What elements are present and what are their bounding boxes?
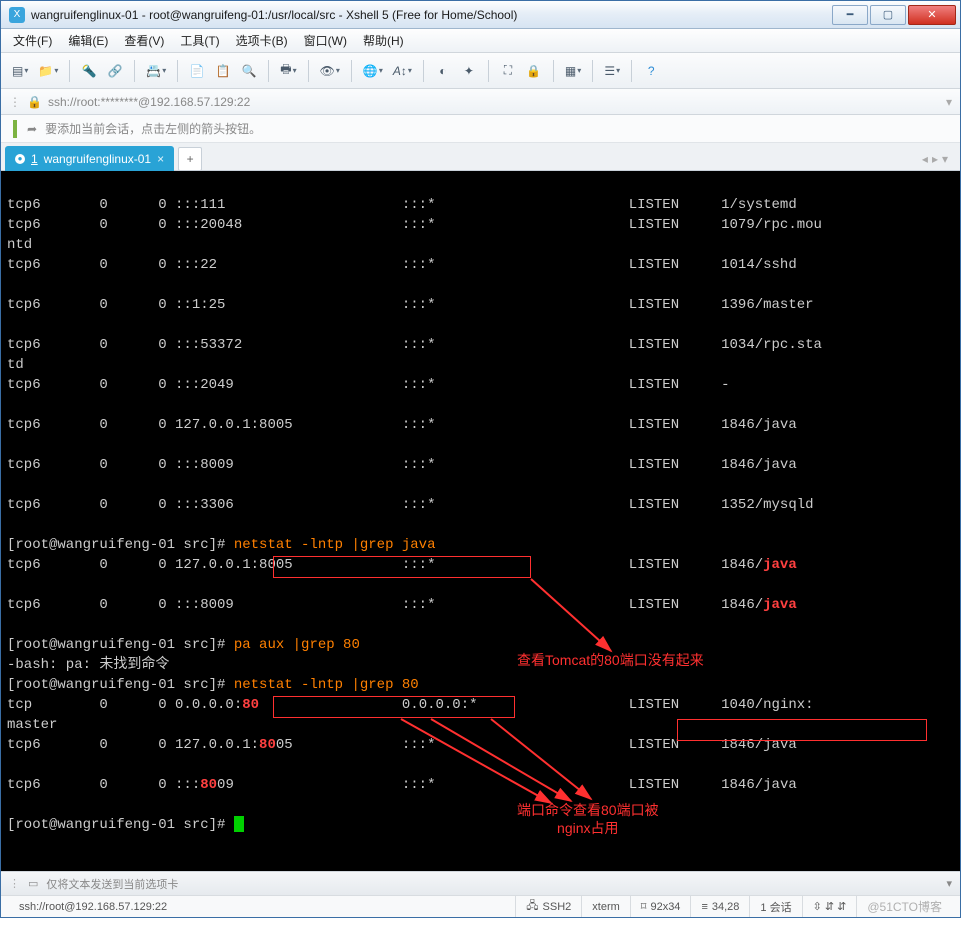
tab-close-icon[interactable]: × [157,152,164,166]
tab-scroll-right-icon[interactable]: ▸ [932,152,938,166]
info-text: 要添加当前会话，点击左侧的箭头按钮。 [45,120,261,137]
color-scheme-icon[interactable]: ◐ [432,59,454,83]
title-bar[interactable]: X wangruifenglinux-01 - root@wangruifeng… [1,1,960,29]
annotation-arrows [1,171,960,871]
print-icon[interactable]: 🖶▾ [277,59,299,83]
tile-icon[interactable]: ▦▾ [562,59,584,83]
window-title: wangruifenglinux-01 - root@wangruifeng-0… [31,8,830,22]
address-bar: ⋮ 🔒 ssh://root:********@192.168.57.129:2… [1,89,960,115]
tab-scroll: ◂ ▸ ▾ [922,152,956,166]
toolbar-separator [631,60,632,82]
help-icon[interactable]: ? [640,59,662,83]
annotation-box [677,719,927,741]
send-bar: ⋮ ▭ 仅将文本发送到当前选项卡 ▾ [1,871,960,895]
window-controls: ━ ▢ ✕ [830,5,956,25]
toolbar-separator [351,60,352,82]
status-protocol: 🖧 SSH2 [515,896,581,917]
annotation-box [273,696,515,718]
menu-view[interactable]: 查看(V) [124,32,164,49]
tab-active[interactable]: ● 1 wangruifenglinux-01 × [5,146,174,172]
minimize-button[interactable]: ━ [832,5,868,25]
info-bar: ➦ 要添加当前会话，点击左侧的箭头按钮。 [1,115,960,143]
menu-help[interactable]: 帮助(H) [363,32,404,49]
send-mode-label: 仅将文本发送到当前选项卡 [46,876,178,892]
toolbar-separator [553,60,554,82]
watermark: @51CTO博客 [856,896,952,917]
options-icon[interactable]: ☰▾ [601,59,623,83]
status-rowcol: ≡ 34,28 [690,896,749,917]
address-dropdown-icon[interactable]: ▾ [946,95,952,109]
globe-icon[interactable]: 🌐▾ [360,59,386,83]
annotation-text: 端口命令查看80端口被nginx占用 [517,801,659,837]
tab-label: wangruifenglinux-01 [44,152,151,166]
toolbar: ▤▾ 📁▾ 🔦 🔗 📇▾ 📄 📋 🔍 🖶▾ 👁▾ 🌐▾ A↕▾ ◐ ✦ ⛶ 🔒 … [1,53,960,89]
status-size: ⌑ 92x34 [630,896,691,917]
status-term: xterm [581,896,630,917]
tab-scroll-left-icon[interactable]: ◂ [922,152,928,166]
tab-status-icon: ● [15,154,25,164]
paste-icon[interactable]: 📋 [212,59,234,83]
new-tab-button[interactable]: + [178,147,202,171]
toolbar-separator [308,60,309,82]
status-caps: ⇳ ⇵ ⇵ [802,896,857,917]
find-icon[interactable]: 🔍 [238,59,260,83]
menu-window[interactable]: 窗口(W) [304,32,347,49]
fullscreen-icon[interactable]: ⛶ [497,59,519,83]
toolbar-separator [177,60,178,82]
info-accent [13,120,17,138]
status-connection: ssh://root@192.168.57.129:22 [9,896,177,917]
menu-file[interactable]: 文件(F) [13,32,52,49]
lock-icon[interactable]: 🔒 [523,59,545,83]
annotation-box [273,556,531,578]
reconnect-icon[interactable]: 🔦 [78,59,100,83]
annotation-text: 查看Tomcat的80端口没有起来 [517,651,704,669]
tab-list-icon[interactable]: ▾ [942,152,948,166]
address-grip-icon: ⋮ [9,95,21,109]
new-session-icon[interactable]: ▤▾ [9,59,31,83]
toolbar-separator [488,60,489,82]
maximize-button[interactable]: ▢ [870,5,906,25]
toolbar-separator [592,60,593,82]
grip-icon: ⋮ [9,877,20,890]
menu-edit[interactable]: 编辑(E) [68,32,108,49]
toolbar-separator [268,60,269,82]
lock-icon: 🔒 [27,95,42,109]
status-bar: ssh://root@192.168.57.129:22 🖧 SSH2 xter… [1,895,960,917]
tab-index: 1 [31,152,38,166]
close-button[interactable]: ✕ [908,5,956,25]
disconnect-icon[interactable]: 🔗 [104,59,126,83]
send-mode-icon[interactable]: ▭ [28,877,38,890]
terminal-output[interactable]: tcp6 0 0 :::111 :::* LISTEN 1/systemd tc… [1,171,960,871]
highlight-icon[interactable]: ✦ [458,59,480,83]
menu-tabs[interactable]: 选项卡(B) [236,32,288,49]
tab-bar: ● 1 wangruifenglinux-01 × + ◂ ▸ ▾ [1,143,960,171]
status-sessions: 1 会话 [749,896,801,917]
address-text[interactable]: ssh://root:********@192.168.57.129:22 [48,95,940,109]
menu-tools[interactable]: 工具(T) [180,32,219,49]
toolbar-separator [69,60,70,82]
open-folder-icon[interactable]: 📁▾ [35,59,61,83]
send-menu-icon[interactable]: ▾ [946,877,952,890]
toolbar-separator [134,60,135,82]
copy-icon[interactable]: 📄 [186,59,208,83]
properties-icon[interactable]: 📇▾ [143,59,169,83]
app-window: X wangruifenglinux-01 - root@wangruifeng… [0,0,961,918]
font-icon[interactable]: A↕▾ [390,59,415,83]
view-icon[interactable]: 👁▾ [317,59,343,83]
app-icon: X [9,7,25,23]
menu-bar: 文件(F) 编辑(E) 查看(V) 工具(T) 选项卡(B) 窗口(W) 帮助(… [1,29,960,53]
toolbar-separator [423,60,424,82]
arrow-icon[interactable]: ➦ [27,122,37,136]
